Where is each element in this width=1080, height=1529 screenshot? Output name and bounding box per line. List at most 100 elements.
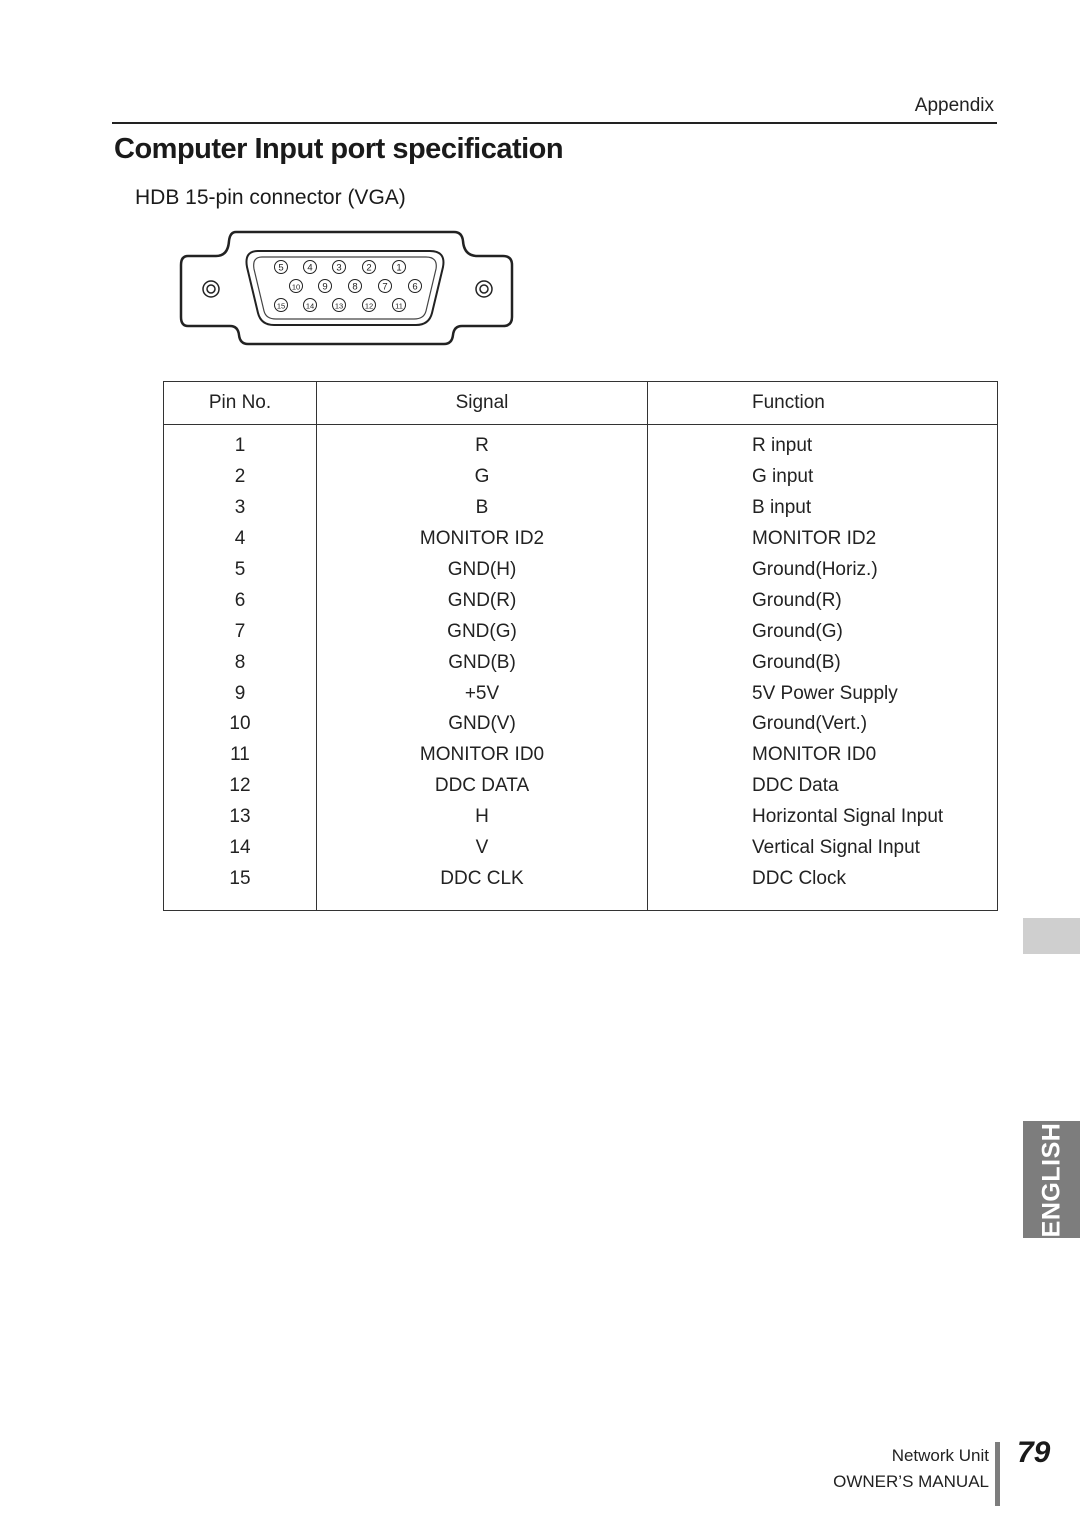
pin-9-icon: 9 (318, 279, 332, 293)
pin-cell: 12 (163, 770, 317, 802)
signal-cell: GND(V) (316, 709, 648, 740)
header-function: Function (647, 381, 998, 425)
pin-cell: 7 (163, 616, 317, 648)
table-row: 5 GND(H) Ground(Horiz.) (163, 554, 998, 586)
function-cell: MONITOR ID0 (752, 744, 877, 766)
pin-spec-table: Pin No. Signal Function 1R R input 2 G G inp… (163, 381, 998, 912)
table-row: 10 GND(V) Ground(Vert.) (163, 709, 998, 740)
pin-label: 7 (382, 282, 387, 293)
pin-10-icon: 10 (289, 279, 303, 293)
pin-cell: 13 (163, 801, 317, 833)
pin-cell: 5 (163, 554, 317, 586)
header-pin-no: Pin No. (163, 381, 317, 425)
table-row: 8 GND(B) Ground(B) (163, 647, 998, 679)
language-label: ENGLISH (1037, 1122, 1065, 1237)
function-cell: B input (752, 497, 812, 519)
signal-cell: GND(G) (316, 616, 648, 648)
pin-1-icon: 1 (392, 260, 406, 274)
table-row: 13 H Horizontal Signal Input (163, 801, 998, 833)
pin-14-icon: 14 (303, 298, 317, 312)
function-cell: 5V Power Supply (752, 682, 898, 704)
vga-connector-icon: 5 4 3 2 1 10 9 8 7 6 15 14 13 12 11 (179, 230, 514, 346)
function-cell: Ground(R) (752, 589, 842, 611)
function-cell: Ground(Vert.) (752, 713, 868, 735)
function-cell: DDC Data (752, 775, 839, 797)
pin-label: 12 (365, 302, 373, 311)
pin-label: 6 (412, 282, 417, 293)
pin-label: 1 (396, 263, 401, 274)
function-cell: Horizontal Signal Input (752, 806, 944, 828)
footer-divider (995, 1442, 1000, 1506)
table-row: 7 GND(G) Ground(G) (163, 616, 998, 648)
function-cell: Ground(B) (752, 651, 841, 673)
signal-cell: R (316, 424, 648, 462)
pin-cell: 14 (163, 832, 317, 864)
table-row: 1R R input (163, 424, 998, 462)
signal-cell: B (316, 492, 648, 524)
signal-cell: +5V (316, 678, 648, 710)
footer-manual: OWNER’S MANUAL (833, 1472, 989, 1491)
section-label: Appendix (914, 95, 994, 116)
table-row: 9 +5V 5V Power Supply (163, 678, 998, 710)
pin-label: 9 (322, 282, 327, 293)
function-cell: Vertical Signal Input (752, 837, 920, 859)
pin-13-icon: 13 (332, 298, 346, 312)
pin-cell: 11 (163, 739, 317, 771)
pin-2-icon: 2 (362, 260, 376, 274)
function-cell: MONITOR ID2 (752, 528, 877, 550)
function-cell: G input (752, 466, 814, 488)
pin-label: 14 (306, 302, 314, 311)
pin-7-icon: 7 (378, 279, 392, 293)
pin-cell: 9 (163, 678, 317, 710)
pin-cell: 2 (163, 461, 317, 493)
pin-cell: 4 (163, 523, 317, 555)
table-row: 14 V Vertical Signal Input (163, 832, 998, 864)
table-header-row: Pin No. Signal Function (163, 381, 998, 425)
signal-cell: MONITOR ID0 (316, 739, 648, 771)
pin-label: 5 (278, 263, 283, 274)
signal-cell: GND(R) (316, 585, 648, 617)
signal-cell: DDC DATA (316, 770, 648, 802)
header-signal: Signal (316, 381, 648, 425)
pin-15-icon: 15 (274, 298, 288, 312)
screw-hole-left-icon (202, 280, 220, 298)
page-subtitle: HDB 15-pin connector (VGA) (135, 186, 406, 209)
signal-cell: G (316, 461, 648, 493)
pin-label: 13 (335, 302, 343, 311)
pin-12-icon: 12 (362, 298, 376, 312)
signal-cell: H (316, 801, 648, 833)
pin-cell: 15 (163, 863, 317, 895)
signal-cell: V (316, 832, 648, 864)
function-cell: Ground(G) (752, 620, 843, 642)
table-row: 12 DDC DATA DDC Data (163, 770, 998, 802)
pin-3-icon: 3 (332, 260, 346, 274)
page-title: Computer Input port specification (114, 133, 564, 165)
header-divider (112, 122, 997, 124)
table-row: 3B B input (163, 492, 998, 524)
function-cell: Ground(Horiz.) (752, 559, 878, 580)
pin-cell: 10 (163, 709, 317, 740)
pin-6-icon: 6 (408, 279, 422, 293)
language-tab: ENGLISH (1023, 1121, 1080, 1238)
pin-cell: 6 (163, 585, 317, 617)
table-row: 11 MONITOR ID0 MONITOR ID0 (163, 739, 998, 771)
signal-cell: GND(B) (316, 647, 648, 679)
pin-4-icon: 4 (303, 260, 317, 274)
footer-product: Network Unit (891, 1446, 989, 1465)
table-row: 15 DDC CLK DDC Clock (163, 863, 998, 895)
section-tab (1023, 918, 1080, 954)
pin-cell: 1 (163, 424, 317, 462)
signal-cell: GND(H) (316, 554, 648, 586)
pin-label: 2 (366, 263, 371, 274)
table-row: 4 MONITOR ID2 MONITOR ID2 (163, 523, 998, 555)
pin-label: 15 (277, 302, 285, 311)
pin-label: 10 (292, 283, 300, 292)
pin-5-icon: 5 (274, 260, 288, 274)
pin-label: 4 (307, 263, 312, 274)
pin-cell: 8 (163, 647, 317, 679)
table-row: 6 GND(R) Ground(R) (163, 585, 998, 617)
pin-label: 11 (395, 302, 403, 311)
pin-cell: 3 (163, 492, 317, 524)
function-cell: DDC Clock (752, 867, 846, 889)
function-cell: R input (752, 435, 813, 457)
